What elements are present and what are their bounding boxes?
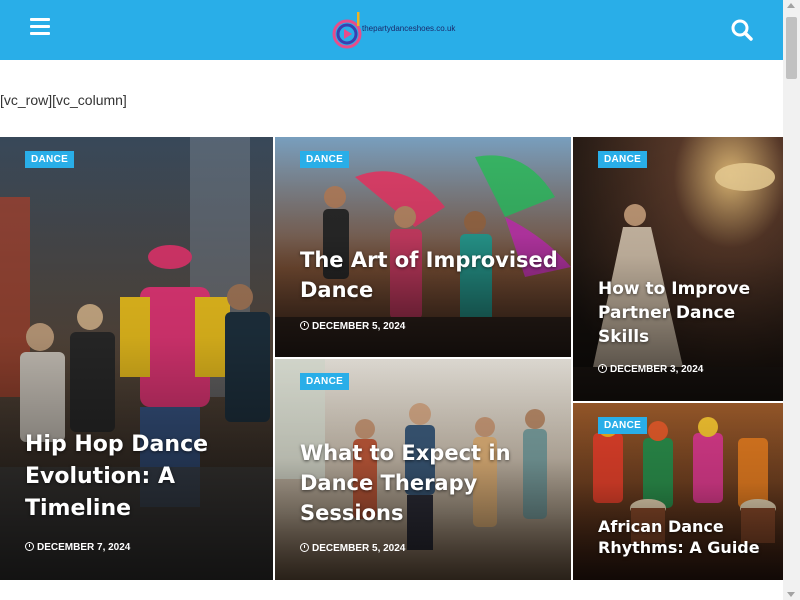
hamburger-menu-icon[interactable] bbox=[30, 18, 52, 40]
post-title[interactable]: How to Improve Partner Dance Skills bbox=[598, 277, 778, 349]
post-date: DECEMBER 5, 2024 bbox=[300, 543, 405, 554]
post-date: DECEMBER 3, 2024 bbox=[598, 364, 703, 375]
clock-icon bbox=[25, 542, 34, 551]
post-title[interactable]: Hip Hop Dance Evolution: A Timeline bbox=[25, 429, 255, 525]
post-date: DECEMBER 5, 2024 bbox=[300, 321, 405, 332]
site-header: thepartydanceshoes.co.uk bbox=[0, 0, 783, 60]
scroll-down-arrow-icon[interactable] bbox=[787, 592, 795, 597]
post-title[interactable]: The Art of Improvised Dance bbox=[300, 245, 560, 305]
category-badge[interactable]: DANCE bbox=[300, 151, 350, 168]
scroll-up-arrow-icon[interactable] bbox=[787, 3, 795, 8]
clock-icon bbox=[598, 364, 607, 373]
category-badge[interactable]: DANCE bbox=[300, 373, 350, 390]
clock-icon bbox=[300, 321, 309, 330]
post-card-partner-dance[interactable]: DANCE How to Improve Partner Dance Skill… bbox=[573, 137, 783, 401]
post-card-hip-hop[interactable]: DANCE Hip Hop Dance Evolution: A Timelin… bbox=[0, 137, 273, 580]
post-card-african-dance[interactable]: DANCE African Dance Rhythms: A Guide bbox=[573, 403, 783, 580]
shortcode-text: [vc_row][vc_column] bbox=[0, 92, 127, 108]
page-scrollbar[interactable] bbox=[783, 0, 800, 600]
category-badge[interactable]: DANCE bbox=[598, 417, 648, 434]
category-badge[interactable]: DANCE bbox=[598, 151, 648, 168]
category-badge[interactable]: DANCE bbox=[25, 151, 75, 168]
clock-icon bbox=[300, 543, 309, 552]
site-logo[interactable]: thepartydanceshoes.co.uk bbox=[330, 10, 460, 50]
post-date: DECEMBER 7, 2024 bbox=[25, 542, 130, 553]
logo-text: thepartydanceshoes.co.uk bbox=[362, 24, 456, 33]
post-title[interactable]: African Dance Rhythms: A Guide bbox=[598, 516, 778, 558]
post-title[interactable]: What to Expect in Dance Therapy Sessions bbox=[300, 438, 530, 528]
search-icon[interactable] bbox=[730, 18, 754, 42]
post-card-improvised-dance[interactable]: DANCE The Art of Improvised Dance DECEMB… bbox=[275, 137, 571, 357]
post-card-dance-therapy[interactable]: DANCE What to Expect in Dance Therapy Se… bbox=[275, 359, 571, 580]
scroll-thumb[interactable] bbox=[786, 17, 797, 79]
